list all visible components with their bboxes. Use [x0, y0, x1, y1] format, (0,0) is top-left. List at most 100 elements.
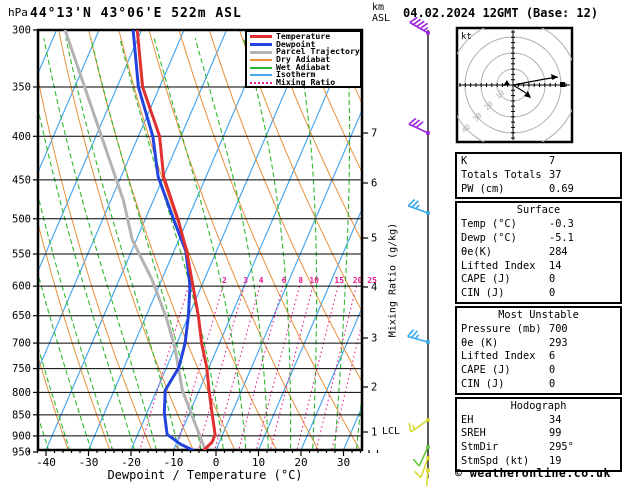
svg-text:6: 6 [371, 178, 377, 190]
row-value: 700 [549, 322, 568, 335]
lcl-label: LCL [382, 426, 401, 437]
row-label: CIN (J) [461, 287, 505, 300]
row-value: 14 [549, 259, 562, 272]
wind-barb [407, 198, 430, 215]
table-row: CIN (J) 0 [461, 287, 616, 301]
table-row: Lifted Index 6 [461, 350, 616, 364]
altitude-unit-label: km ASL [372, 2, 390, 24]
pressure-tick-labels: 300 350 400 450 500 550 600 650 700 750 800 850 900 9… [12, 25, 38, 459]
table-row: CAPE (J) 0 [461, 273, 616, 287]
legend-box: Temperature Dewpoint Parcel Trajectory Dry … [245, 30, 362, 88]
row-label: Pressure (mb) [461, 322, 542, 335]
dewpoint-line-swatch [250, 43, 272, 47]
row-label: PW (cm) [461, 182, 505, 195]
row-label: K [461, 155, 468, 167]
svg-text:4: 4 [259, 276, 264, 285]
svg-text:1: 1 [371, 427, 377, 439]
isotherm-line-swatch [250, 74, 272, 77]
svg-text:550: 550 [12, 248, 31, 260]
stats-table-hodograph: Hodograph EH 34 SREH 99 StmDir 295° StmSpd (kt)… [455, 396, 622, 472]
row-value: 284 [549, 245, 568, 258]
table-row: Totals Totals 37 [461, 169, 616, 183]
row-value: 0 [549, 287, 556, 300]
svg-text:300: 300 [12, 25, 31, 37]
table-row: θe (K) 293 [461, 337, 616, 351]
svg-text:750: 750 [12, 363, 31, 375]
row-value: 0 [549, 377, 556, 390]
altitude-unit-line: ASL [372, 13, 391, 24]
row-label: StmDir [461, 441, 499, 454]
table-title: Hodograph [510, 399, 567, 412]
table-row: Dewp (°C) -5.1 [461, 232, 616, 246]
legend-label: Mixing Ratio [276, 77, 336, 88]
svg-text:900: 900 [12, 430, 31, 442]
table-title: Surface [516, 204, 561, 217]
legend-item-mixing_ratio: Mixing Ratio [250, 77, 360, 88]
stats-tables: K 7 Totals Totals 37 PW (cm) 0.69 Surface Temp … [455, 152, 622, 474]
row-value: -0.3 [549, 218, 574, 231]
row-label: θe(K) [461, 245, 492, 258]
table-title: Most Unstable [498, 308, 579, 321]
row-value: 6 [549, 350, 556, 363]
temp-tick-labels: -40 -30 -20 -10 0 10 20 30 [28, 450, 379, 469]
row-label: Temp (°C) [461, 218, 517, 231]
mixing_ratio-line-swatch [250, 81, 272, 84]
svg-text:450: 450 [12, 174, 31, 186]
parcel-line-swatch [250, 50, 272, 54]
stats-table-indices: K 7 Totals Totals 37 PW (cm) 0.69 [455, 152, 622, 200]
svg-text:350: 350 [12, 81, 31, 93]
wind-barb [408, 117, 430, 135]
row-value: 34 [549, 413, 562, 426]
table-row: Lifted Index 14 [461, 260, 616, 274]
table-row: EH 34 [461, 414, 616, 428]
stats-table-most-unstable: Most Unstable Pressure (mb) 700 θe (K) 293 Li… [455, 305, 622, 395]
row-label: CAPE (J) [461, 273, 511, 286]
svg-text:6: 6 [282, 276, 287, 285]
row-value: 293 [549, 336, 568, 349]
table-row: CAPE (J) 0 [461, 364, 616, 378]
svg-text:3: 3 [243, 276, 248, 285]
row-value: -5.1 [549, 231, 574, 244]
row-label: Lifted Index [461, 350, 536, 363]
row-value: 0.69 [549, 182, 574, 195]
row-value: 0 [549, 364, 556, 377]
row-label: Lifted Index [461, 259, 536, 272]
row-label: EH [461, 413, 474, 426]
svg-text:500: 500 [12, 213, 31, 225]
page-title: 44°13'N 43°06'E 522m ASL [30, 6, 242, 21]
x-axis-label: Dewpoint / Temperature (°C) [107, 468, 303, 482]
table-row: Temp (°C) -0.3 [461, 218, 616, 232]
svg-text:5: 5 [371, 233, 377, 245]
wind-barb [412, 445, 430, 467]
row-label: θe (K) [461, 336, 499, 349]
row-value: 0 [549, 273, 556, 286]
svg-text:650: 650 [12, 310, 31, 322]
table-row: K7 [461, 155, 616, 169]
pressure-unit-label: hPa [8, 6, 28, 19]
datetime-title: 04.02.2024 12GMT (Base: 12) [403, 6, 599, 20]
row-label: CAPE (J) [461, 364, 511, 377]
table-row: PW (cm) 0.69 [461, 183, 616, 197]
svg-text:3: 3 [371, 333, 377, 345]
svg-text:400: 400 [12, 131, 31, 143]
row-value: 99 [549, 427, 562, 440]
row-value: 7 [549, 155, 556, 167]
mixing-ratio-axis-label: Mixing Ratio (g/kg) [387, 222, 399, 338]
row-label: SREH [461, 427, 486, 440]
table-row: θe(K) 284 [461, 246, 616, 260]
svg-text:10: 10 [309, 276, 319, 285]
table-row: SREH 99 [461, 427, 616, 441]
svg-text:600: 600 [12, 281, 31, 293]
svg-text:15: 15 [334, 276, 344, 285]
stats-table-surface: Surface Temp (°C) -0.3 Dewp (°C) -5.1 θe(K) 28… [455, 201, 622, 304]
table-row: CIN (J) 0 [461, 378, 616, 392]
mixing-ratio-labels: 1 2 3 4 6 8 10 15 20 25 [188, 276, 378, 285]
wind-barb-column [407, 16, 430, 486]
temperature-line-swatch [250, 35, 272, 39]
svg-text:800: 800 [12, 387, 31, 399]
svg-text:2: 2 [222, 276, 227, 285]
hodograph: 10203040kt [455, 26, 574, 144]
svg-text:4: 4 [371, 282, 377, 294]
wind-barb [408, 418, 430, 433]
hodograph-unit-label: kt [461, 32, 472, 42]
